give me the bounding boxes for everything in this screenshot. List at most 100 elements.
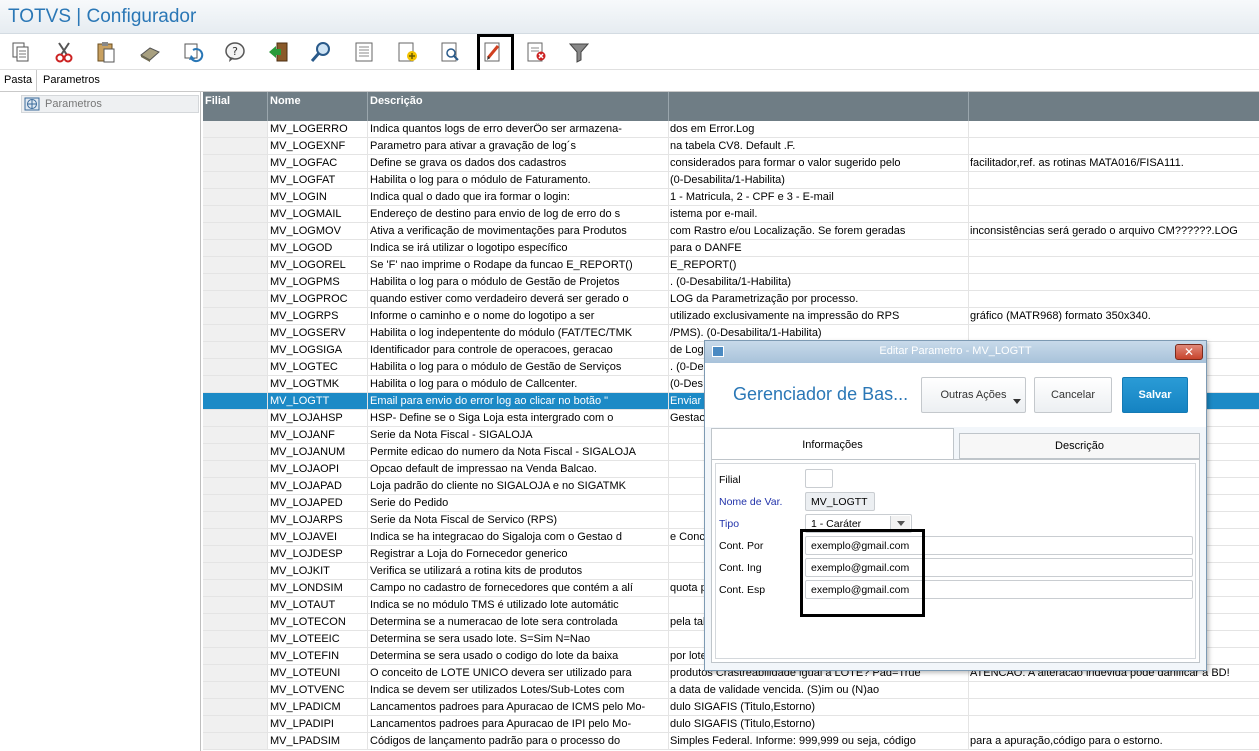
cell-divider <box>367 138 368 154</box>
table-row[interactable]: MV_LOTVENC Indica se devem ser utilizados… <box>203 682 1259 699</box>
descricao-cont2-cell: para a apuração,código para o estorno. <box>970 735 1163 747</box>
table-row[interactable]: MV_LOGFAT Habilita o log para o módulo de… <box>203 172 1259 189</box>
table-row[interactable]: MV_LOGPROC quando estiver como verdadeiro… <box>203 291 1259 308</box>
cell-divider <box>367 444 368 460</box>
nome-cell: MV_LOJAVEI <box>270 531 338 543</box>
nome-cell: MV_LOGFAT <box>270 174 336 186</box>
cell-divider <box>267 308 268 324</box>
list-icon <box>355 42 373 62</box>
filial-cell <box>203 546 267 562</box>
tab-parametros[interactable]: Parametros <box>43 74 100 86</box>
delete-button[interactable] <box>522 38 550 66</box>
cell-divider <box>668 597 669 613</box>
cell-divider <box>668 342 669 358</box>
paste-button[interactable] <box>92 38 120 66</box>
cell-divider <box>267 682 268 698</box>
descricao-cont-cell: com Rastro e/ou Localização. Se forem ge… <box>670 225 906 237</box>
descricao-cell: Indica quantos logs de erro deverÔo ser … <box>370 123 622 135</box>
filial-cell <box>203 172 267 188</box>
tab-descricao[interactable]: Descrição <box>959 433 1200 459</box>
table-row[interactable]: MV_LOGOREL Se 'F' nao imprime o Rodape da… <box>203 257 1259 274</box>
app-title: TOTVS | Configurador <box>8 6 197 27</box>
add-button[interactable] <box>393 38 421 66</box>
close-button[interactable]: ✕ <box>1175 344 1203 360</box>
table-row[interactable]: MV_LPADSIM Códigos de lançamento padrão p… <box>203 733 1259 750</box>
cell-divider <box>267 172 268 188</box>
filial-cell <box>203 291 267 307</box>
nome-cell: MV_LOTEUNI <box>270 667 341 679</box>
tab-descricao-label: Descrição <box>1055 440 1104 452</box>
table-row[interactable]: MV_LOGERRO Indica quantos logs de erro de… <box>203 121 1259 138</box>
filter-button[interactable] <box>565 38 593 66</box>
descricao-cont-cell: dulo SIGAFIS (Titulo,Estorno) <box>670 718 816 730</box>
cell-divider <box>267 410 268 426</box>
table-row[interactable]: MV_LPADIPI Lancamentos padroes para Apura… <box>203 716 1259 733</box>
nome-cell: MV_LOGSERV <box>270 327 346 339</box>
cell-divider <box>367 325 368 341</box>
cut-button[interactable] <box>50 38 78 66</box>
col-header-filial[interactable]: Filial <box>205 95 230 107</box>
table-row[interactable]: MV_LPADICM Lancamentos padroes para Apura… <box>203 699 1259 716</box>
table-row[interactable]: MV_LOGOD Indica se irá utilizar o logotip… <box>203 240 1259 257</box>
cell-divider <box>267 444 268 460</box>
nome-cell: MV_LOGPROC <box>270 293 348 305</box>
nome-cell: MV_LOGMOV <box>270 225 341 237</box>
cell-divider <box>668 257 669 273</box>
save-label: Salvar <box>1138 389 1172 401</box>
tab-pasta[interactable]: Pasta <box>4 74 32 86</box>
cell-divider <box>267 546 268 562</box>
descricao-cont-cell: istema por e-mail. <box>670 208 758 220</box>
descricao-cell: quando estiver como verdadeiro deverá se… <box>370 293 629 305</box>
cell-divider <box>267 631 268 647</box>
eraser-icon <box>140 47 160 62</box>
table-row[interactable]: MV_LOGEXNF Parametro para ativar a gravaç… <box>203 138 1259 155</box>
table-row[interactable]: MV_LOGIN Indica qual o dado que ira forma… <box>203 189 1259 206</box>
nome-cell: MV_LOJAPAD <box>270 480 342 492</box>
col-header-nome[interactable]: Nome <box>270 95 301 107</box>
col-divider <box>968 92 969 121</box>
list-button[interactable] <box>350 38 378 66</box>
cell-divider <box>367 155 368 171</box>
search-button[interactable] <box>307 38 335 66</box>
descricao-cell: Serie da Nota Fiscal de Servico (RPS) <box>370 514 558 526</box>
tab-informacoes[interactable]: Informações <box>711 428 954 460</box>
tree-node-parametros[interactable]: Parametros <box>21 95 199 113</box>
preview-button[interactable] <box>436 38 464 66</box>
clear-button[interactable] <box>136 38 164 66</box>
table-row[interactable]: MV_LOGMOV Ativa a verificação de moviment… <box>203 223 1259 240</box>
dialog-body: Filial Nome de Var. MV_LOGTT Tipo 1 - Ca… <box>711 459 1200 663</box>
cancel-button[interactable]: Cancelar <box>1034 377 1112 413</box>
nome-cell: MV_LOJANUM <box>270 446 346 458</box>
filial-cell <box>203 665 267 681</box>
filial-cell <box>203 733 267 749</box>
cancel-label: Cancelar <box>1050 389 1096 401</box>
exit-button[interactable] <box>264 38 292 66</box>
other-actions-button[interactable]: Outras Ações <box>921 377 1026 413</box>
dialog-title: Editar Parametro - MV_LOGTT <box>879 345 1032 357</box>
help-icon: ? <box>225 42 245 62</box>
descricao-cell: Identificador para controle de operacoes… <box>370 344 613 356</box>
descricao-cell: Lancamentos padroes para Apuracao de ICM… <box>370 701 646 713</box>
descricao-cont-cell: 1 - Matricula, 2 - CPF e 3 - E-mail <box>670 191 834 203</box>
cell-divider <box>668 274 669 290</box>
table-row[interactable]: MV_LOGMAIL Endereço de destino para envio… <box>203 206 1259 223</box>
col-divider <box>668 92 669 121</box>
save-button[interactable]: Salvar <box>1122 377 1188 413</box>
table-row[interactable]: MV_LOGRPS Informe o caminho e o nome do l… <box>203 308 1259 325</box>
table-row[interactable]: MV_LOGPMS Habilita o log para o módulo de… <box>203 274 1259 291</box>
cell-divider <box>367 240 368 256</box>
nome-cell: MV_LPADSIM <box>270 735 341 747</box>
filial-field[interactable] <box>805 469 833 488</box>
cell-divider <box>367 580 368 596</box>
nome-cell: MV_LOGTEC <box>270 361 338 373</box>
descricao-cell: Habilita o log indepentente do módulo (F… <box>370 327 633 339</box>
nome-var-field[interactable]: MV_LOGTT <box>805 492 875 511</box>
refresh-button[interactable] <box>179 38 207 66</box>
table-row[interactable]: MV_LOGFAC Define se grava os dados dos ca… <box>203 155 1259 172</box>
copy-button[interactable] <box>6 38 34 66</box>
help-button[interactable]: ? <box>221 38 249 66</box>
cell-divider <box>668 121 669 137</box>
cell-divider <box>367 699 368 715</box>
filial-cell <box>203 716 267 732</box>
col-header-descricao[interactable]: Descrição <box>370 95 423 107</box>
